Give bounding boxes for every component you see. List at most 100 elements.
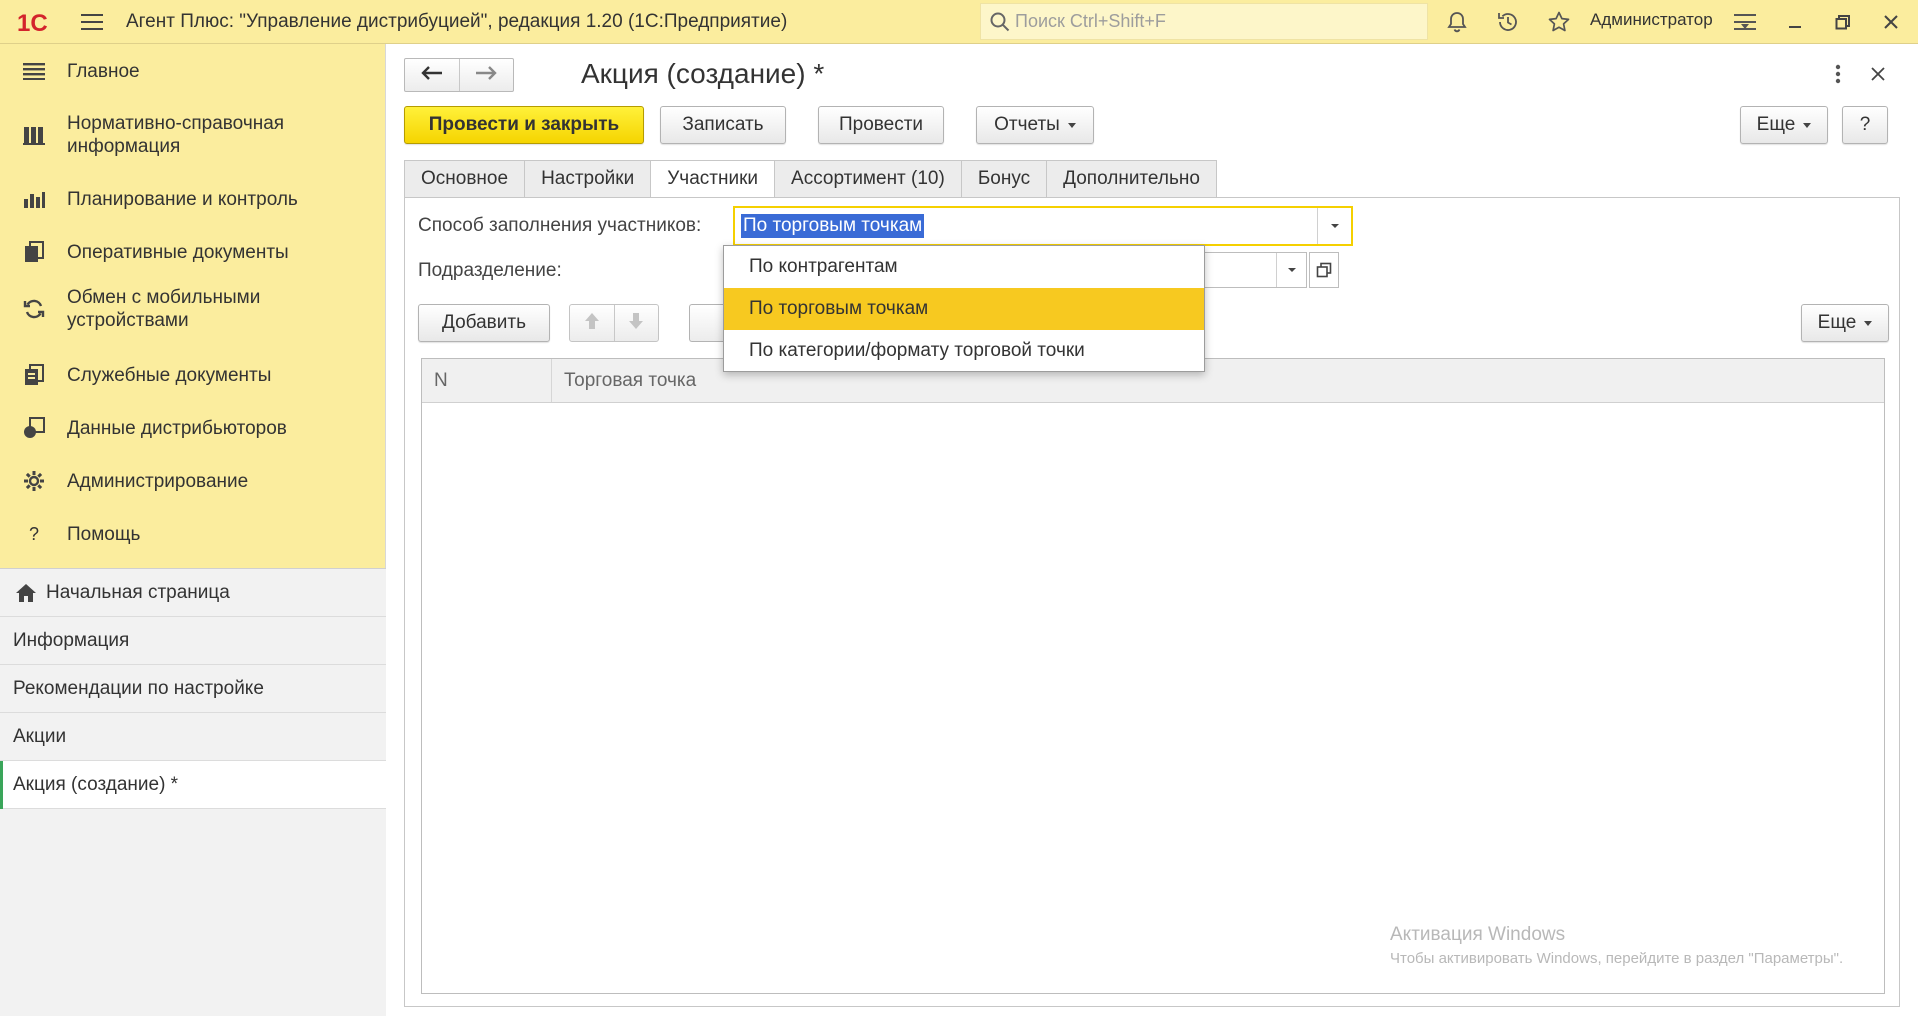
open-window-promotion-create[interactable]: Акция (создание) * [0,761,386,809]
open-window-info[interactable]: Информация [0,617,386,665]
open-window-label: Информация [13,629,130,651]
history-nav [404,58,514,92]
help-button[interactable]: ? [1842,106,1888,144]
section-operational-docs[interactable]: Оперативные документы [0,233,386,271]
add-button[interactable]: Добавить [418,304,550,342]
arrow-left-icon [421,65,443,85]
move-up-button[interactable] [570,305,614,341]
more-button[interactable]: Еще [1740,106,1828,144]
search-input[interactable] [1015,11,1415,32]
main-menu-icon[interactable] [80,10,104,34]
forward-button[interactable] [458,59,513,91]
logo: 1С [16,7,62,37]
section-main[interactable]: Главное [0,52,386,90]
section-service-docs[interactable]: Служебные документы [0,356,386,394]
tab-assortment[interactable]: Ассортимент (10) [774,160,961,198]
menu-lines-icon [22,59,46,83]
user-name[interactable]: Администратор [1590,10,1713,30]
arrow-right-icon [475,65,498,85]
search-icon [989,11,1011,33]
section-reference-info[interactable]: Нормативно-справочная информация [0,110,386,160]
caret-down-icon [1067,122,1076,128]
dropdown-option-counterparties[interactable]: По контрагентам [724,246,1204,288]
tab-label: Бонус [977,168,1031,189]
help-icon: ? [22,522,46,546]
dropdown-arrow-icon[interactable] [1276,253,1306,287]
section-distributor-data[interactable]: Данные дистрибьюторов [0,409,386,447]
sections-sidebar: Главное Нормативно-справочная информация… [0,44,386,1016]
section-label: Помощь [67,523,141,545]
section-administration[interactable]: Администрирование [0,462,386,500]
tab-label: Основное [421,168,509,189]
home-icon [14,581,38,605]
settings-sliders-icon[interactable] [1732,9,1758,35]
minimize-icon[interactable] [1782,9,1808,35]
post-button[interactable]: Провести [818,106,944,144]
tab-settings[interactable]: Настройки [524,160,651,198]
section-label: Нормативно-справочная информация [67,113,285,157]
button-label: Отчеты [994,114,1060,135]
section-mobile-exchange[interactable]: Обмен с мобильными устройствами [0,284,386,334]
tab-main[interactable]: Основное [404,160,525,198]
title-bar: 1С Агент Плюс: "Управление дистрибуцией"… [0,0,1918,44]
fill-method-select[interactable]: По торговым точкам [733,206,1353,246]
tab-label: Участники [667,168,759,189]
button-label: Провести и закрыть [428,114,620,135]
close-app-icon[interactable] [1878,9,1904,35]
button-label: Еще [1817,312,1857,333]
arrow-up-icon [584,312,600,335]
open-window-label: Акция (создание) * [13,773,179,795]
section-label: Администрирование [67,470,249,492]
section-label: Служебные документы [67,364,272,386]
tab-bonus[interactable]: Бонус [960,160,1047,198]
documents-icon [22,240,46,264]
dropdown-arrow-icon[interactable] [1317,208,1351,244]
tab-participants[interactable]: Участники [650,160,775,198]
division-label: Подразделение: [418,260,562,281]
dropdown-option-trade-points[interactable]: По торговым точкам [724,288,1204,330]
arrow-down-icon [628,312,644,335]
column-header-n[interactable]: N [422,359,552,402]
tab-label: Настройки [541,168,635,189]
button-label: ? [1859,114,1871,135]
move-down-button[interactable] [613,305,658,341]
bar-chart-icon [22,187,46,211]
tab-label: Дополнительно [1063,168,1200,189]
save-button[interactable]: Записать [660,106,786,144]
app-window: 1С Агент Плюс: "Управление дистрибуцией"… [0,0,1918,1016]
tab-additional[interactable]: Дополнительно [1046,160,1217,198]
participants-table[interactable]: N Торговая точка [421,358,1885,994]
section-label: Данные дистрибьюторов [67,417,287,439]
sync-icon [22,297,46,321]
watermark-subtitle: Чтобы активировать Windows, перейдите в … [1390,950,1844,967]
dropdown-option-category-format[interactable]: По категории/формату торговой точки [724,330,1204,372]
global-search[interactable] [980,3,1428,40]
section-help[interactable]: ? Помощь [0,515,386,553]
section-planning[interactable]: Планирование и контроль [0,180,386,218]
app-title: Агент Плюс: "Управление дистрибуцией", р… [126,10,788,32]
windows-activation-watermark: Активация Windows Чтобы активировать Win… [1390,924,1843,967]
close-form-icon[interactable] [1866,62,1890,86]
more-actions-icon[interactable] [1826,62,1850,86]
form-tabs: Основное Настройки Участники Ассортимент… [404,160,1217,198]
service-documents-icon [22,363,46,387]
restore-icon[interactable] [1830,9,1856,35]
button-label: Провести [838,114,924,135]
caret-down-icon [1803,122,1812,128]
open-division-icon[interactable] [1309,252,1339,288]
back-button[interactable] [405,59,459,91]
move-rows-group [569,304,659,342]
open-window-recommendations[interactable]: Рекомендации по настройке [0,665,386,713]
history-icon[interactable] [1495,9,1521,35]
notifications-bell-icon[interactable] [1444,9,1470,35]
reports-button[interactable]: Отчеты [976,106,1094,144]
post-and-close-button[interactable]: Провести и закрыть [404,106,644,144]
open-window-label: Акции [13,725,67,747]
open-window-home[interactable]: Начальная страница [0,569,386,617]
open-window-promotions[interactable]: Акции [0,713,386,761]
section-label: Обмен с мобильными устройствами [67,287,261,331]
option-label: По категории/формату торговой точки [749,340,1085,361]
favorites-star-icon[interactable] [1546,9,1572,35]
form-area: Акция (создание) * Провести и закрыть За… [386,44,1918,1016]
table-more-button[interactable]: Еще [1801,304,1889,342]
